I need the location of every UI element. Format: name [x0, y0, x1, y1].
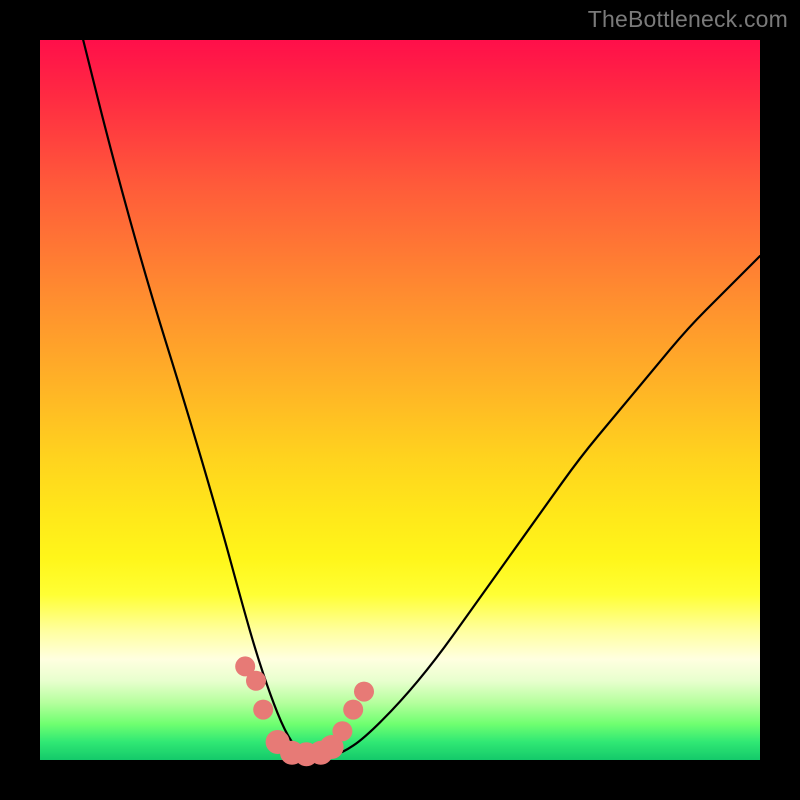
- highlight-marker: [332, 721, 352, 741]
- highlight-marker: [343, 700, 363, 720]
- chart-svg: [40, 40, 760, 760]
- highlight-marker: [354, 682, 374, 702]
- highlight-marker: [253, 700, 273, 720]
- watermark-text: TheBottleneck.com: [588, 6, 788, 33]
- bottleneck-curve-path: [83, 40, 760, 756]
- highlight-markers: [235, 656, 374, 766]
- highlight-marker: [246, 671, 266, 691]
- bottleneck-curve: [83, 40, 760, 756]
- chart-frame: TheBottleneck.com: [0, 0, 800, 800]
